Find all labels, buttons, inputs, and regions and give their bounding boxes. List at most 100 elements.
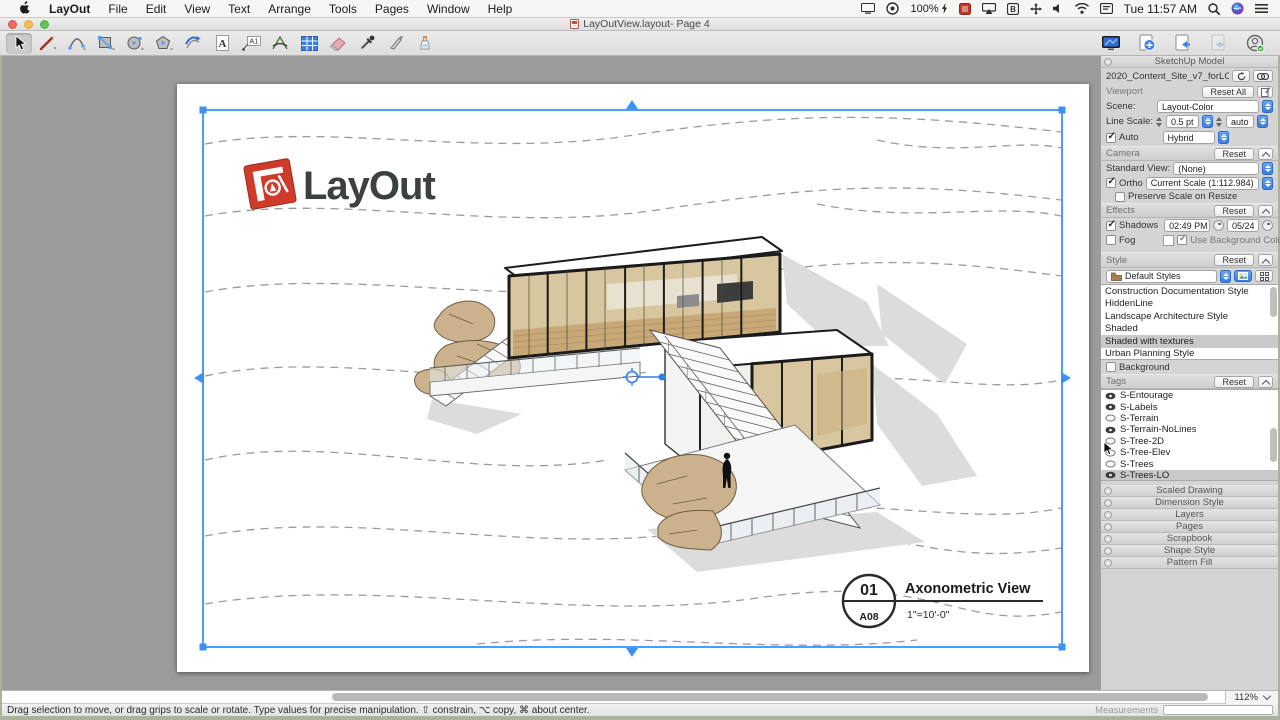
arcs-tool[interactable] xyxy=(64,33,90,54)
siri-icon[interactable] xyxy=(1231,2,1244,15)
render-mode-dropdown-icon[interactable] xyxy=(1218,131,1229,144)
tray-scaled-drawing[interactable]: Scaled Drawing xyxy=(1101,485,1278,497)
polygons-tool[interactable] xyxy=(151,33,177,54)
style-list-view-button[interactable] xyxy=(1255,270,1273,282)
tag-row[interactable]: S-Entourage xyxy=(1101,390,1278,401)
menu-help[interactable]: Help xyxy=(479,2,522,16)
tray-layers[interactable]: Layers xyxy=(1101,509,1278,521)
style-reset-button[interactable]: Reset xyxy=(1214,254,1254,266)
eraser-tool[interactable] xyxy=(325,33,351,54)
tray-dimension-style[interactable]: Dimension Style xyxy=(1101,497,1278,509)
select-tool[interactable] xyxy=(6,33,32,54)
menu-view[interactable]: View xyxy=(175,2,219,16)
move-arrows-icon[interactable] xyxy=(1030,3,1042,15)
wifi-icon[interactable] xyxy=(1075,3,1089,14)
tags-collapse-icon[interactable] xyxy=(1258,376,1273,388)
reset-all-button[interactable]: Reset All xyxy=(1202,86,1254,98)
previous-page-button[interactable] xyxy=(1170,33,1196,54)
use-background-color-checkbox[interactable] xyxy=(1177,235,1187,245)
line-weight-stepper[interactable] xyxy=(1156,116,1163,128)
tag-row[interactable]: S-Terrain xyxy=(1101,413,1278,424)
effects-reset-button[interactable]: Reset xyxy=(1214,205,1254,217)
menu-app[interactable]: LayOut xyxy=(40,2,99,16)
visibility-eye-icon[interactable] xyxy=(1105,471,1116,479)
scene-dropdown-icon[interactable] xyxy=(1262,100,1273,113)
sketchup-model-tray-header[interactable]: SketchUp Model xyxy=(1101,56,1278,68)
zoom-control[interactable]: 112% xyxy=(1225,691,1278,704)
tag-row[interactable]: S-Tree-2D xyxy=(1101,436,1278,447)
dimensions-tool[interactable] xyxy=(267,33,293,54)
spotlight-search-icon[interactable] xyxy=(1208,3,1220,15)
auto-render-checkbox[interactable] xyxy=(1106,133,1116,143)
scale-dropdown-icon[interactable] xyxy=(1262,177,1273,190)
scale-select[interactable]: Current Scale (1:112.984) xyxy=(1146,177,1259,190)
offset-tool[interactable] xyxy=(180,33,206,54)
camera-collapse-icon[interactable] xyxy=(1258,148,1273,160)
menu-text[interactable]: Text xyxy=(219,2,259,16)
style-item[interactable]: Landscape Architecture Style xyxy=(1101,310,1278,323)
style-item-selected[interactable]: Shaded with textures xyxy=(1101,335,1278,348)
style-item[interactable]: Urban Planning Style xyxy=(1101,348,1278,361)
tray-pages[interactable]: Pages xyxy=(1101,521,1278,533)
apple-menu-icon[interactable] xyxy=(10,0,40,17)
rectangles-tool[interactable] xyxy=(93,33,119,54)
visibility-eye-icon[interactable] xyxy=(1105,460,1116,468)
effects-collapse-icon[interactable] xyxy=(1258,205,1273,217)
document-canvas[interactable]: 01 A08 Axonometric View 1"=10'-0" xyxy=(2,56,1100,690)
menu-file[interactable]: File xyxy=(99,2,136,16)
menu-arrange[interactable]: Arrange xyxy=(259,2,320,16)
line-scale-stepper[interactable] xyxy=(1216,116,1223,128)
style-thumbnail-view-button[interactable] xyxy=(1234,270,1252,282)
menu-edit[interactable]: Edit xyxy=(137,2,176,16)
text-tool[interactable]: A xyxy=(209,33,235,54)
shadow-date-knob[interactable] xyxy=(1262,220,1273,231)
box-sync-icon[interactable]: B xyxy=(1007,3,1019,15)
fog-color-well[interactable] xyxy=(1163,235,1174,246)
scene-select[interactable]: Layout-Color xyxy=(1157,100,1259,113)
display-mirroring-icon[interactable] xyxy=(861,3,875,14)
line-scale-value[interactable]: auto xyxy=(1226,115,1254,128)
volume-icon[interactable] xyxy=(1053,3,1064,14)
menu-pages[interactable]: Pages xyxy=(366,2,418,16)
render-mode-select[interactable]: Hybrid xyxy=(1163,131,1215,144)
shadow-time-knob[interactable] xyxy=(1213,220,1224,231)
screen-record-icon[interactable] xyxy=(959,3,971,15)
table-tool[interactable] xyxy=(296,33,322,54)
style-list-scrollbar[interactable] xyxy=(1270,287,1277,317)
line-weight-dropdown-icon[interactable] xyxy=(1202,115,1213,128)
tag-row[interactable]: S-Labels xyxy=(1101,401,1278,412)
paper-page[interactable]: 01 A08 Axonometric View 1"=10'-0" xyxy=(177,84,1089,672)
visibility-eye-icon[interactable] xyxy=(1105,403,1116,411)
join-tool[interactable] xyxy=(412,33,438,54)
tray-shape-style[interactable]: Shape Style xyxy=(1101,545,1278,557)
measurements-input[interactable] xyxy=(1163,705,1273,715)
menu-clock[interactable]: Tue 11:57 AM xyxy=(1124,2,1197,16)
visibility-eye-icon[interactable] xyxy=(1105,392,1116,400)
menu-tools[interactable]: Tools xyxy=(320,2,366,16)
circles-tool[interactable] xyxy=(122,33,148,54)
account-button[interactable] xyxy=(1242,33,1268,54)
style-item[interactable]: HiddenLine xyxy=(1101,298,1278,311)
tag-row[interactable]: S-Trees xyxy=(1101,458,1278,469)
standard-view-select[interactable]: (None) xyxy=(1173,162,1259,175)
style-tool[interactable] xyxy=(354,33,380,54)
visibility-eye-icon[interactable] xyxy=(1105,426,1116,434)
style-dropdown-icon[interactable] xyxy=(1220,270,1231,283)
horizontal-scrollbar-thumb[interactable] xyxy=(332,693,1208,701)
fog-checkbox[interactable] xyxy=(1106,235,1116,245)
ortho-checkbox[interactable] xyxy=(1106,178,1116,188)
style-collapse-icon[interactable] xyxy=(1258,254,1273,266)
refresh-reference-button[interactable] xyxy=(1232,70,1250,82)
add-page-button[interactable] xyxy=(1134,33,1160,54)
tray-pattern-fill[interactable]: Pattern Fill xyxy=(1101,557,1278,569)
labels-tool[interactable]: A1 xyxy=(238,33,264,54)
style-folder-select[interactable]: Default Styles xyxy=(1106,270,1217,283)
split-tool[interactable] xyxy=(383,33,409,54)
tags-reset-button[interactable]: Reset xyxy=(1214,376,1254,388)
tag-row[interactable]: S-Terrain-NoLines xyxy=(1101,424,1278,435)
tray-scrapbook[interactable]: Scrapbook xyxy=(1101,533,1278,545)
preserve-scale-checkbox[interactable] xyxy=(1115,192,1125,202)
input-source-icon[interactable] xyxy=(1100,3,1113,14)
line-weight-value[interactable]: 0.5 pt xyxy=(1166,115,1199,128)
tag-row-selected[interactable]: S-Trees-LO xyxy=(1101,470,1278,481)
